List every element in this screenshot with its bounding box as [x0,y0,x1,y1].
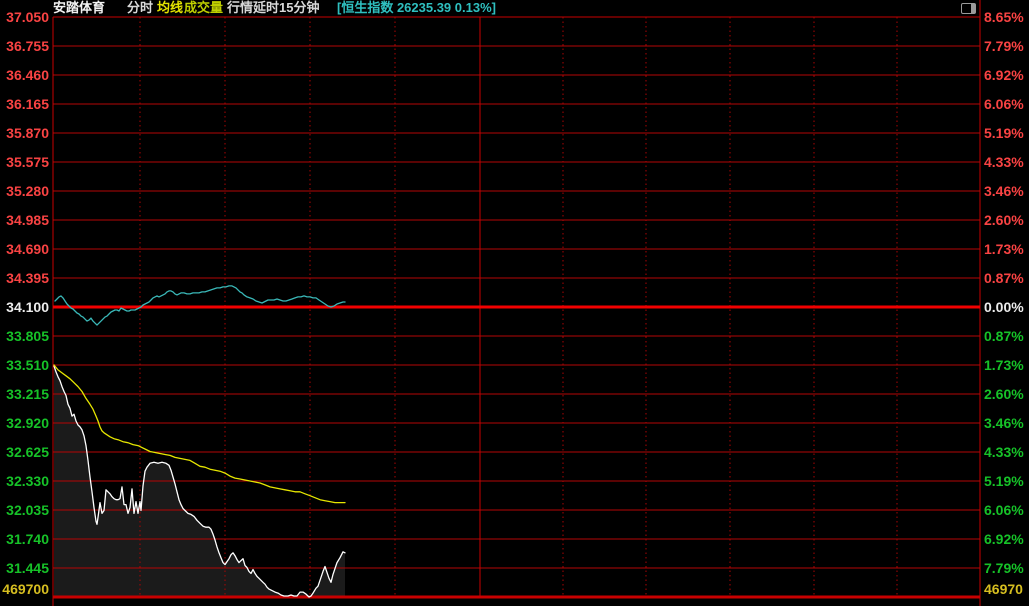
tab-minute-chart[interactable]: 分时 [127,0,153,16]
percent-tick-label: 4.33% [984,154,1024,170]
price-tick-label: 32.035 [1,502,49,518]
percent-tick-label: 6.92% [984,67,1024,83]
price-tick-label: 34.100 [1,299,49,315]
intraday-chart-window: 安踏体育 分时 均线 成交量 行情延时15分钟 [恒生指数 26235.39 0… [0,0,1029,606]
percent-tick-label: 0.87% [984,270,1024,286]
percent-tick-label: 2.60% [984,386,1024,402]
percent-tick-label: 7.79% [984,560,1024,576]
price-tick-label: 34.690 [1,241,49,257]
price-tick-label: 32.330 [1,473,49,489]
price-tick-label: 36.165 [1,96,49,112]
percent-tick-label: 7.79% [984,38,1024,54]
percent-tick-label: 46970 [984,581,1023,597]
price-tick-label: 35.575 [1,154,49,170]
price-tick-label: 33.215 [1,386,49,402]
price-tick-label: 35.280 [1,183,49,199]
tab-average-line[interactable]: 均线 [157,0,183,16]
percent-tick-label: 4.33% [984,444,1024,460]
chart-header: 安踏体育 分时 均线 成交量 行情延时15分钟 [恒生指数 26235.39 0… [0,0,1029,17]
percent-tick-label: 0.00% [984,299,1024,315]
hang-seng-index-quote[interactable]: [恒生指数 26235.39 0.13%] [337,0,496,16]
price-tick-label: 33.510 [1,357,49,373]
stock-name: 安踏体育 [53,0,105,16]
percent-tick-label: 5.19% [984,125,1024,141]
price-tick-label: 34.395 [1,270,49,286]
intraday-chart-canvas[interactable] [0,0,1029,606]
price-tick-label: 36.755 [1,38,49,54]
percent-tick-label: 3.46% [984,415,1024,431]
price-tick-label: 32.920 [1,415,49,431]
percent-tick-label: 0.87% [984,328,1024,344]
price-tick-label: 36.460 [1,67,49,83]
price-tick-label: 32.625 [1,444,49,460]
percent-tick-label: 1.73% [984,241,1024,257]
price-tick-label: 31.740 [1,531,49,547]
percent-tick-label: 6.06% [984,502,1024,518]
panel-toggle-icon[interactable] [961,3,976,14]
price-tick-label: 35.870 [1,125,49,141]
tab-volume[interactable]: 成交量 [184,0,223,16]
average_price-line [54,365,345,503]
percent-tick-label: 1.73% [984,357,1024,373]
price-tick-label: 34.985 [1,212,49,228]
delay-notice: 行情延时15分钟 [227,0,319,16]
percent-tick-label: 6.92% [984,531,1024,547]
price-tick-label: 33.805 [1,328,49,344]
percent-tick-label: 2.60% [984,212,1024,228]
percent-tick-label: 3.46% [984,183,1024,199]
percent-tick-label: 6.06% [984,96,1024,112]
price-tick-label: 31.445 [1,560,49,576]
percent-tick-label: 5.19% [984,473,1024,489]
price-tick-label: 469700 [1,581,49,597]
